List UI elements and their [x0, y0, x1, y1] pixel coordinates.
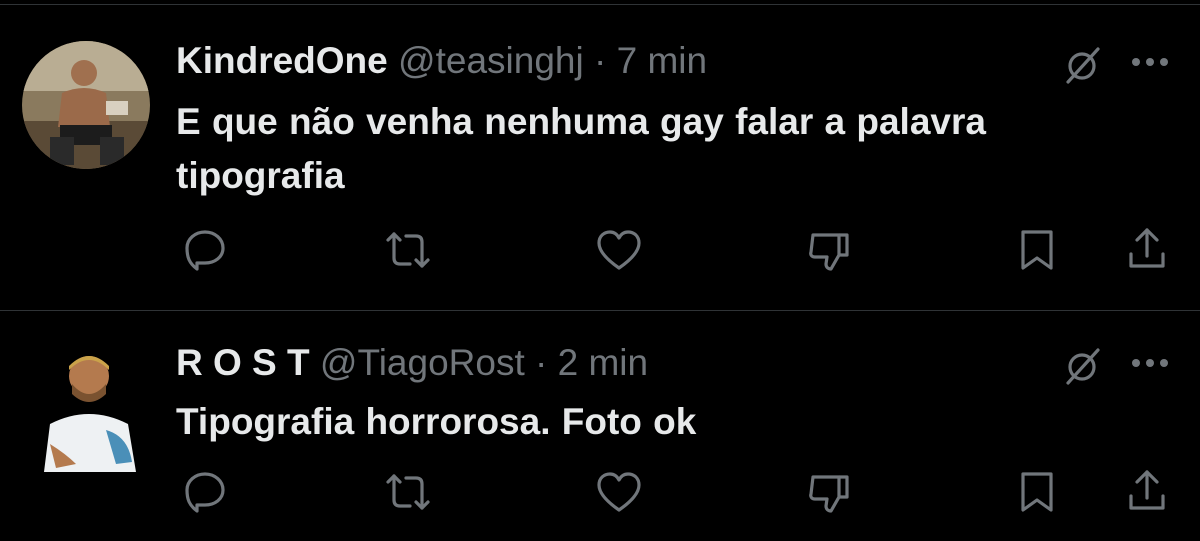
bookmark-button[interactable] [1012, 467, 1062, 517]
tweet-text-line: E que não venha nenhuma gay falar a pala… [176, 101, 986, 142]
share-icon [1129, 470, 1165, 510]
grok-icon[interactable] [1062, 44, 1104, 86]
more-icon[interactable] [1128, 353, 1172, 373]
tweet-text-line: tipografia [176, 155, 345, 196]
like-button[interactable] [594, 467, 644, 517]
tweet-text-line: Tipografia horrorosa. Foto ok [176, 401, 697, 442]
dislike-button[interactable] [804, 468, 854, 518]
tweet-text: E que não venha nenhuma gay falar a pala… [176, 95, 1136, 203]
avatar[interactable] [36, 344, 142, 472]
retweet-icon [386, 474, 430, 510]
bookmark-icon [1021, 230, 1053, 270]
tweet-1[interactable]: KindredOne @teasinghj · 7 min E que não … [0, 0, 1200, 310]
like-icon [597, 472, 641, 512]
reply-icon [185, 472, 225, 513]
retweet-button[interactable] [383, 225, 433, 275]
dislike-icon [809, 233, 849, 271]
more-icon[interactable] [1128, 52, 1172, 72]
tweet-header: KindredOne @teasinghj · 7 min [176, 39, 707, 83]
timestamp[interactable]: 2 min [558, 342, 648, 383]
separator: · [524, 342, 558, 383]
like-icon [597, 230, 641, 270]
reply-icon [185, 230, 225, 271]
grok-icon[interactable] [1062, 345, 1104, 387]
timestamp[interactable]: 7 min [617, 40, 707, 81]
display-name[interactable]: KindredOne [176, 40, 388, 81]
tweet-2[interactable]: R O S T @TiagoRost · 2 min Tipografia ho… [0, 311, 1200, 541]
tweet-text: Tipografia horrorosa. Foto ok [176, 395, 1136, 449]
retweet-icon [386, 232, 430, 268]
bookmark-button[interactable] [1012, 225, 1062, 275]
share-button[interactable] [1122, 224, 1172, 274]
like-button[interactable] [594, 225, 644, 275]
dislike-icon [809, 475, 849, 513]
retweet-button[interactable] [383, 467, 433, 517]
reply-button[interactable] [180, 466, 230, 516]
handle[interactable]: @TiagoRost [320, 342, 525, 383]
display-name[interactable]: R O S T [176, 342, 310, 383]
bookmark-icon [1021, 472, 1053, 512]
handle[interactable]: @teasinghj [398, 40, 584, 81]
separator: · [583, 40, 617, 81]
share-icon [1129, 228, 1165, 268]
dislike-button[interactable] [804, 226, 854, 276]
tweet-header: R O S T @TiagoRost · 2 min [176, 341, 648, 385]
avatar[interactable] [22, 41, 150, 169]
share-button[interactable] [1122, 466, 1172, 516]
reply-button[interactable] [180, 224, 230, 274]
